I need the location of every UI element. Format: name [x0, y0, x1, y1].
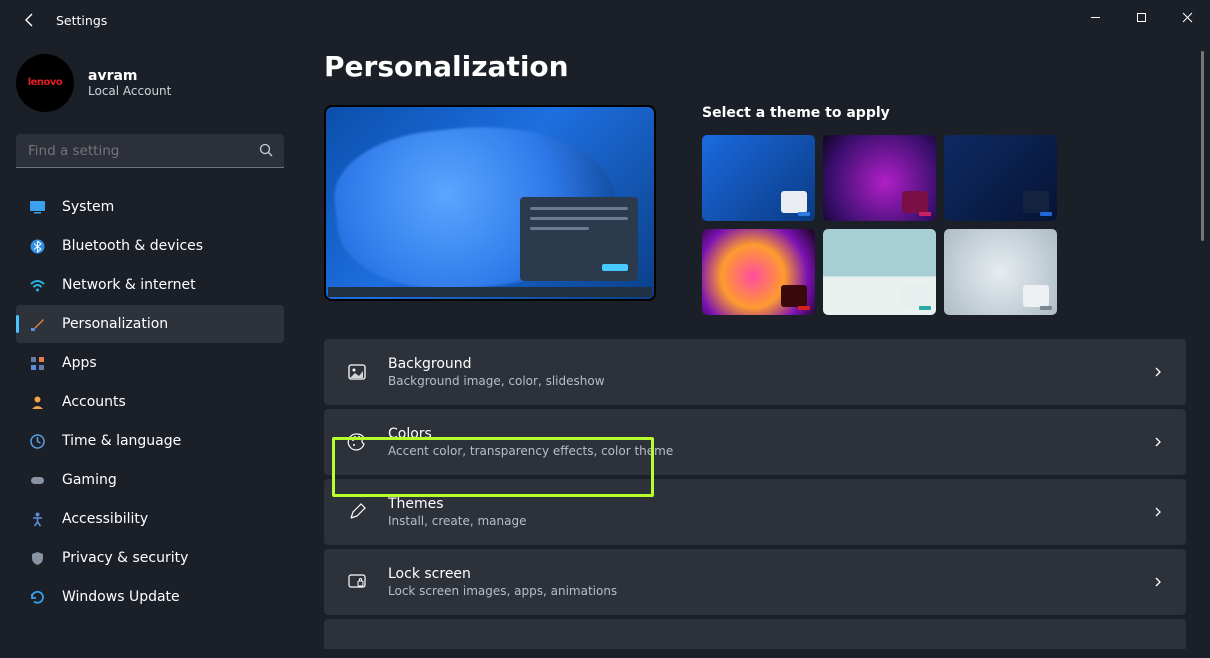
settings-rows: Background Background image, color, slide…: [324, 339, 1186, 645]
themes-panel: Select a theme to apply: [702, 105, 1057, 315]
theme-thumb-2[interactable]: [823, 135, 936, 221]
update-icon: [28, 588, 46, 606]
minimize-button[interactable]: [1072, 0, 1118, 34]
window-title: Settings: [56, 13, 107, 28]
search-box[interactable]: [16, 134, 284, 168]
theme-thumb-3[interactable]: [944, 135, 1057, 221]
sidebar-item-label: Personalization: [62, 316, 168, 332]
window-controls: [1072, 0, 1210, 34]
account-type: Local Account: [88, 84, 171, 98]
sidebar-item-update[interactable]: Windows Update: [16, 578, 284, 616]
search-input[interactable]: [16, 134, 284, 168]
wifi-icon: [28, 276, 46, 294]
maximize-button[interactable]: [1118, 0, 1164, 34]
sidebar-item-label: System: [62, 199, 114, 215]
row-title: Colors: [388, 426, 673, 442]
chevron-right-icon: [1152, 506, 1164, 518]
accessibility-icon: [28, 510, 46, 528]
row-colors[interactable]: Colors Accent color, transparency effects…: [324, 409, 1186, 475]
themes-heading: Select a theme to apply: [702, 105, 1057, 121]
sidebar-item-bluetooth[interactable]: Bluetooth & devices: [16, 227, 284, 265]
sidebar-item-label: Windows Update: [62, 589, 180, 605]
preview-taskbar: [328, 287, 652, 297]
row-lockscreen[interactable]: Lock screen Lock screen images, apps, ani…: [324, 549, 1186, 615]
row-title: Themes: [388, 496, 526, 512]
row-title: Background: [388, 356, 605, 372]
sidebar-item-accessibility[interactable]: Accessibility: [16, 500, 284, 538]
back-button[interactable]: [18, 8, 42, 32]
sidebar-item-apps[interactable]: Apps: [16, 344, 284, 382]
sidebar-item-label: Accessibility: [62, 511, 148, 527]
palette-icon: [346, 431, 368, 453]
image-icon: [346, 361, 368, 383]
page-title: Personalization: [324, 50, 1186, 83]
sidebar-item-privacy[interactable]: Privacy & security: [16, 539, 284, 577]
close-button[interactable]: [1164, 0, 1210, 34]
sidebar-item-label: Privacy & security: [62, 550, 188, 566]
person-icon: [28, 393, 46, 411]
sidebar: lenovo avram Local Account System Blueto…: [0, 40, 300, 616]
row-title: Lock screen: [388, 566, 617, 582]
account-name: avram: [88, 68, 171, 84]
paintbrush-icon: [28, 315, 46, 333]
sidebar-item-label: Time & language: [62, 433, 181, 449]
row-themes[interactable]: Themes Install, create, manage: [324, 479, 1186, 545]
clock-globe-icon: [28, 432, 46, 450]
row-subtitle: Accent color, transparency effects, colo…: [388, 444, 673, 458]
theme-thumb-4[interactable]: [702, 229, 815, 315]
search-icon: [258, 142, 274, 158]
avatar-brand: lenovo: [28, 78, 63, 88]
sidebar-item-system[interactable]: System: [16, 188, 284, 226]
nav-list: System Bluetooth & devices Network & int…: [16, 188, 284, 616]
sidebar-item-label: Accounts: [62, 394, 126, 410]
avatar: lenovo: [16, 54, 74, 112]
row-subtitle: Lock screen images, apps, animations: [388, 584, 617, 598]
theme-grid: [702, 135, 1057, 315]
monitor-icon: [28, 198, 46, 216]
pen-icon: [346, 501, 368, 523]
bluetooth-icon: [28, 237, 46, 255]
sidebar-item-label: Apps: [62, 355, 97, 371]
sidebar-item-label: Gaming: [62, 472, 117, 488]
row-subtitle: Install, create, manage: [388, 514, 526, 528]
titlebar: Settings: [0, 0, 1210, 40]
row-partial[interactable]: [324, 619, 1186, 649]
theme-thumb-1[interactable]: [702, 135, 815, 221]
theme-thumb-5[interactable]: [823, 229, 936, 315]
scrollbar[interactable]: [1201, 51, 1204, 241]
gamepad-icon: [28, 471, 46, 489]
lockscreen-icon: [346, 571, 368, 593]
sidebar-item-network[interactable]: Network & internet: [16, 266, 284, 304]
sidebar-item-personalization[interactable]: Personalization: [16, 305, 284, 343]
sidebar-item-time-language[interactable]: Time & language: [16, 422, 284, 460]
theme-thumb-6[interactable]: [944, 229, 1057, 315]
chevron-right-icon: [1152, 366, 1164, 378]
shield-icon: [28, 549, 46, 567]
main-content: Personalization Select a theme to apply: [300, 40, 1210, 658]
chevron-right-icon: [1152, 436, 1164, 448]
preview-window: [520, 197, 638, 281]
sidebar-item-accounts[interactable]: Accounts: [16, 383, 284, 421]
apps-icon: [28, 354, 46, 372]
desktop-preview[interactable]: [324, 105, 656, 301]
account-block[interactable]: lenovo avram Local Account: [16, 54, 284, 112]
sidebar-item-label: Bluetooth & devices: [62, 238, 203, 254]
row-subtitle: Background image, color, slideshow: [388, 374, 605, 388]
hero-area: Select a theme to apply: [324, 105, 1186, 315]
chevron-right-icon: [1152, 576, 1164, 588]
sidebar-item-gaming[interactable]: Gaming: [16, 461, 284, 499]
row-background[interactable]: Background Background image, color, slide…: [324, 339, 1186, 405]
sidebar-item-label: Network & internet: [62, 277, 196, 293]
